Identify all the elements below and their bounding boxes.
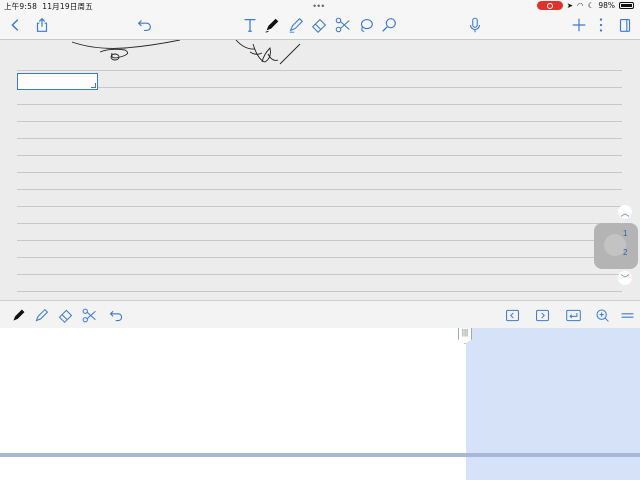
zoom-window-region[interactable] [466, 328, 640, 480]
highlighter-icon[interactable] [286, 15, 306, 35]
screen-recording-icon [536, 1, 563, 10]
ruled-line [17, 274, 622, 275]
menu-icon[interactable] [617, 305, 637, 325]
return-icon[interactable] [563, 305, 583, 325]
top-toolbar [0, 12, 640, 40]
total-page-number: 2 [623, 248, 628, 257]
scissors-icon[interactable] [333, 15, 353, 35]
zoom-icon[interactable] [379, 15, 399, 35]
battery-icon [619, 2, 634, 9]
ruled-line [17, 138, 622, 139]
location-icon: ➤ [566, 1, 574, 10]
microphone-icon[interactable] [465, 15, 485, 35]
multitasking-dots-icon[interactable]: ••• [313, 1, 325, 11]
ruled-line [17, 155, 622, 156]
prev-icon[interactable] [502, 305, 522, 325]
eraser-icon[interactable] [309, 15, 329, 35]
text-tool-icon[interactable] [240, 15, 260, 35]
scroll-up-chevron-icon[interactable]: ︿ [618, 205, 632, 219]
status-date: 11月19日周五 [42, 2, 93, 11]
zoom-in-icon[interactable] [592, 305, 612, 325]
ruled-line [17, 257, 622, 258]
share-icon[interactable] [32, 15, 52, 35]
pen-icon[interactable] [8, 305, 28, 325]
ruled-line [17, 206, 622, 207]
ruled-line [17, 70, 622, 71]
text-box-selection[interactable] [17, 73, 98, 90]
status-right: ➤ ◠ ☾ 98% [536, 1, 634, 10]
ruled-line [17, 223, 622, 224]
ruled-line [17, 291, 622, 292]
resize-handle[interactable] [91, 83, 96, 88]
current-page-number: 1 [623, 229, 628, 238]
handwriting-strokes [71, 40, 301, 65]
eraser-icon[interactable] [55, 305, 75, 325]
ruled-line [17, 172, 622, 173]
ruled-line [17, 87, 622, 88]
page-navigator: ︿ 1 2 ﹀ [594, 205, 638, 285]
zoom-writing-area[interactable]: ||| [0, 328, 640, 480]
status-time: 上午9:58 [4, 2, 38, 11]
lasso-icon[interactable] [356, 15, 376, 35]
scroll-down-chevron-icon[interactable]: ﹀ [618, 271, 632, 285]
page-indicator[interactable]: 1 2 [594, 223, 638, 269]
next-icon[interactable] [532, 305, 552, 325]
ruled-line [17, 189, 622, 190]
undo-icon[interactable] [135, 15, 155, 35]
undo-icon[interactable] [106, 305, 126, 325]
ruled-line [17, 121, 622, 122]
scissors-icon[interactable] [79, 305, 99, 325]
ruled-line [17, 104, 622, 105]
pen-icon[interactable] [262, 15, 282, 35]
moon-icon: ☾ [587, 1, 595, 10]
wifi-icon: ◠ [577, 1, 584, 10]
more-icon[interactable] [591, 15, 611, 35]
highlighter-icon[interactable] [31, 305, 51, 325]
ruled-line [17, 240, 622, 241]
pages-icon[interactable] [615, 15, 635, 35]
notebook-page[interactable]: ︿ 1 2 ﹀ [0, 40, 640, 300]
add-icon[interactable] [569, 15, 589, 35]
battery-percent: 98% [598, 1, 615, 10]
back-icon[interactable] [6, 15, 26, 35]
status-time-date: 上午9:58 11月19日周五 [4, 1, 93, 12]
zoom-edit-toolbar [0, 300, 640, 329]
status-bar: 上午9:58 11月19日周五 ••• ➤ ◠ ☾ 98% [0, 0, 640, 12]
writing-baseline [0, 453, 640, 457]
